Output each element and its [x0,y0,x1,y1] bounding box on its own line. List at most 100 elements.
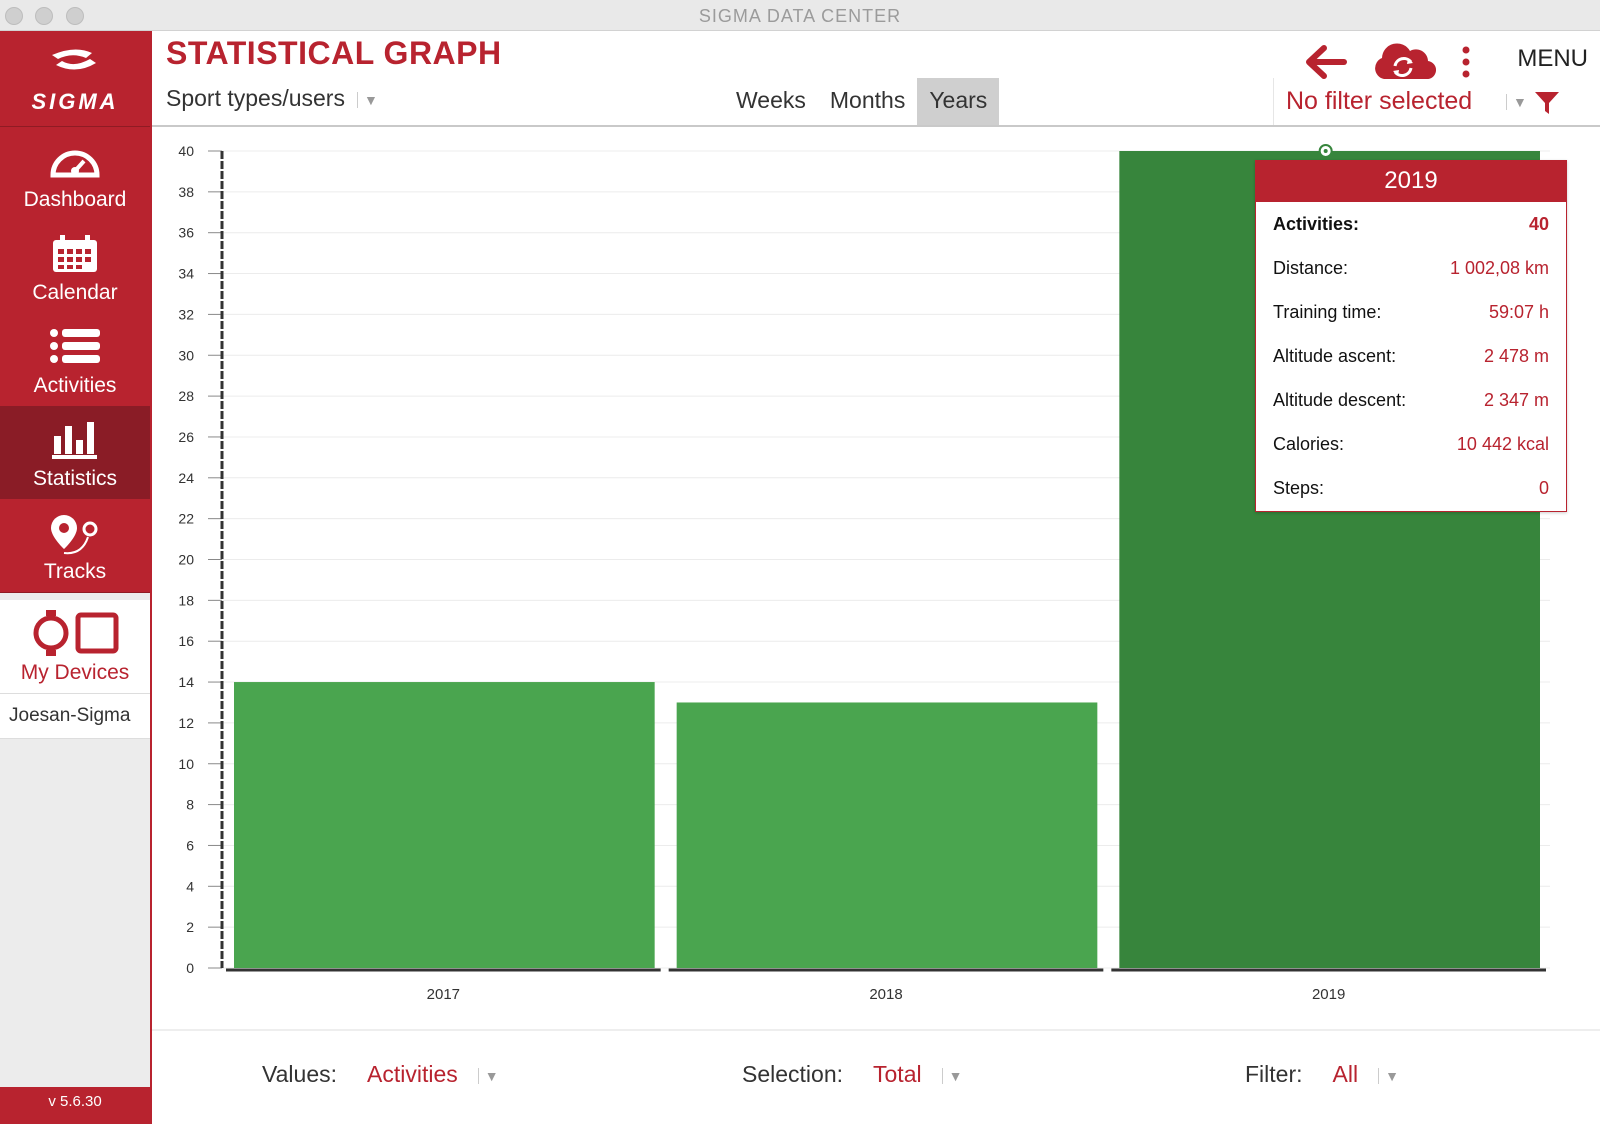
bar-tooltip: 2019 Activities: 40 Distance: 1 002,08 km Tr… [1255,160,1567,512]
values-value: Activities [367,1061,458,1087]
filter-value: All [1332,1061,1359,1087]
tooltip-row-value: 0 [1538,478,1549,498]
tooltip-row: Training time: 59:07 h [1256,290,1566,334]
nav-activities[interactable]: Activities [0,313,150,407]
tooltip-row-value: 2 478 m [1483,346,1549,366]
nav-tracks-label: Tracks [43,560,107,583]
y-tick-label: 12 [178,715,194,731]
tooltip-row-value: 59:07 h [1488,302,1549,322]
chevron-down-icon: ▼ [356,91,378,108]
filter-selector[interactable]: Filter: All ▼ [1245,1061,1399,1088]
y-tick-label: 16 [178,633,194,649]
values-chevron-down-icon: ▼ [477,1067,499,1084]
y-tick-label: 8 [186,797,194,813]
funnel-icon[interactable] [1534,90,1560,116]
nav-my-devices-label: My Devices [20,661,130,684]
list-icon [50,329,100,363]
nav-dashboard-label: Dashboard [23,188,127,211]
map-pin-icon [51,515,98,555]
y-tick-label: 32 [178,306,194,322]
y-tick-label: 22 [178,511,194,527]
y-tick-label: 18 [178,592,194,608]
bar-hover-marker-dot [1323,149,1328,153]
back-arrow-icon[interactable] [1304,45,1348,79]
tooltip-row-value: 40 [1528,214,1549,234]
tooltip-row-value: 1 002,08 km [1449,258,1549,278]
tooltip-row-label: Altitude descent: [1273,390,1407,410]
y-tick-label: 14 [178,674,194,690]
user-name[interactable]: Joesan-Sigma [0,694,150,739]
tooltip-row-label: Calories: [1273,434,1345,454]
nav-dashboard[interactable]: Dashboard [0,127,150,221]
menu-button[interactable]: MENU [1517,45,1588,73]
filter-label: Filter: [1245,1061,1303,1087]
sport-types-dropdown[interactable]: Sport types/users ▼ [166,85,378,112]
app-window: SIGMA DATA CENTER SIGMA Dashboard Calend… [0,0,1600,1124]
y-tick-label: 36 [178,225,194,241]
version-label: v 5.6.30 [0,1087,150,1124]
y-tick-label: 4 [186,878,194,894]
y-tick-label: 10 [178,756,194,772]
nav-activities-label: Activities [33,374,117,397]
title-bar: SIGMA DATA CENTER [0,0,1600,31]
tooltip-row-label: Altitude ascent: [1273,346,1397,366]
y-tick-label: 30 [178,347,194,363]
tooltip-row-label: Distance: [1273,258,1349,278]
calendar-icon [53,235,97,272]
logo-text: SIGMA [31,89,119,114]
tooltip-title: 2019 [1256,161,1566,202]
selection-chevron-down-icon: ▼ [941,1067,962,1084]
y-tick-label: 40 [178,143,194,159]
devices-icon [33,610,119,656]
y-tick-label: 38 [178,184,194,200]
tooltip-row-value: 2 347 m [1483,390,1549,410]
tooltip-row: Altitude descent: 2 347 m [1256,378,1566,422]
values-selector[interactable]: Values: Activities ▼ [262,1061,499,1088]
x-tick-label: 2018 [869,986,902,1003]
selection-selector[interactable]: Selection: Total ▼ [742,1061,962,1088]
bottom-controls: Values: Activities ▼ Selection: Total ▼ Filt… [152,1061,1600,1101]
sidebar: SIGMA Dashboard Calendar Activities Stat… [0,31,152,1124]
bar-2018 [676,702,1098,968]
bottom-divider [152,1029,1600,1031]
filter-chevron-down-icon: ▼ [1506,94,1527,110]
nav-statistics-label: Statistics [32,467,118,490]
tooltip-row: Calories: 10 442 kcal [1256,422,1566,466]
y-tick-label: 20 [178,552,194,568]
x-tick-label: 2017 [427,986,460,1003]
bar-2017 [234,682,655,968]
filter-dropdown[interactable]: No filter selected ▼ [1273,78,1600,126]
nav-tracks[interactable]: Tracks [0,499,150,593]
tooltip-row: Distance: 1 002,08 km [1256,246,1566,290]
y-tick-label: 6 [186,837,194,853]
tooltip-row-label: Steps: [1273,478,1325,498]
tab-years[interactable]: Years [917,78,1000,126]
y-tick-label: 28 [178,388,194,404]
y-tick-label: 0 [186,960,194,976]
page-title: STATISTICAL GRAPH [166,35,502,71]
tooltip-row: Steps: 0 [1256,466,1566,510]
sigma-logo-icon [52,49,96,70]
tooltip-row: Activities: 40 [1256,202,1566,246]
y-tick-label: 26 [178,429,194,445]
bar-chart-icon [52,422,97,459]
tooltip-row: Altitude ascent: 2 478 m [1256,334,1566,378]
sigma-logo[interactable]: SIGMA [0,31,150,127]
y-tick-label: 2 [186,919,194,935]
cloud-sync-icon[interactable] [1370,41,1436,81]
selection-value: Total [873,1061,922,1087]
tab-months[interactable]: Months [818,78,917,126]
tab-weeks[interactable]: Weeks [724,78,818,126]
nav-statistics[interactable]: Statistics [0,406,150,500]
nav-my-devices[interactable]: My Devices [0,600,150,694]
tooltip-row-value: 10 442 kcal [1456,434,1549,454]
sport-types-label: Sport types/users [166,85,345,111]
selection-label: Selection: [742,1061,844,1087]
main-content: STATISTICAL GRAPH Sport types/users ▼ Wee… [152,31,1600,1124]
nav-calendar[interactable]: Calendar [0,220,150,314]
dashboard-icon [50,150,100,178]
window-title: SIGMA DATA CENTER [698,6,902,26]
values-label: Values: [262,1061,338,1087]
nav-calendar-label: Calendar [32,281,118,304]
more-vertical-icon[interactable] [1460,45,1472,79]
